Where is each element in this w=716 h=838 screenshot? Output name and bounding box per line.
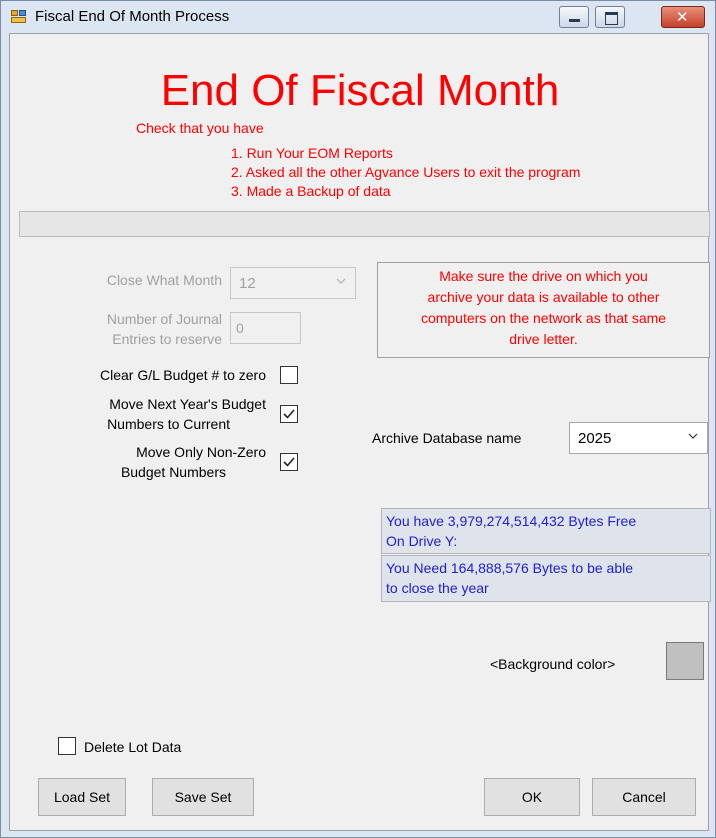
maximize-button[interactable] (595, 6, 625, 28)
save-set-button[interactable]: Save Set (152, 778, 254, 816)
checkmark-icon (283, 457, 295, 467)
needed-space-info: You Need 164,888,576 Bytes to be able to… (381, 555, 711, 602)
close-button[interactable] (661, 6, 705, 28)
chevron-down-icon (336, 277, 346, 286)
page-title: End Of Fiscal Month (160, 66, 560, 115)
nonzero-checkbox[interactable] (280, 453, 298, 471)
client-area: End Of Fiscal Month Check that you have … (9, 33, 711, 831)
delete-lot-label: Delete Lot Data (84, 739, 182, 755)
background-color-swatch[interactable] (666, 642, 704, 680)
step-2: 2. Asked all the other Agvance Users to … (231, 164, 581, 180)
clear-budget-checkbox[interactable] (280, 366, 298, 384)
progress-bar (19, 211, 710, 237)
checkmark-icon (283, 409, 295, 419)
nonzero-label-line1: Move Only Non-Zero (136, 444, 266, 460)
journal-entries-input: 0 (230, 312, 301, 344)
journal-label-line1: Number of Journal (106, 311, 222, 327)
nonzero-label-line2: Budget Numbers (120, 464, 226, 480)
background-color-label: <Background color> (490, 656, 616, 672)
minimize-button[interactable] (559, 6, 589, 28)
drive-notice: Make sure the drive on which you archive… (377, 262, 710, 358)
load-set-button[interactable]: Load Set (38, 778, 126, 816)
journal-label-line2: Entries to reserve (112, 331, 222, 347)
clear-budget-label: Clear G/L Budget # to zero (99, 367, 266, 383)
archive-db-select[interactable]: 2025 (569, 422, 708, 454)
archive-db-label: Archive Database name (372, 430, 522, 446)
close-month-select: 12 (230, 267, 356, 299)
window-title: Fiscal End Of Month Process (35, 8, 230, 25)
chevron-down-icon[interactable] (688, 432, 698, 441)
step-3: 3. Made a Backup of data (231, 183, 391, 199)
title-bar[interactable]: Fiscal End Of Month Process (1, 1, 715, 33)
move-budget-label-line1: Move Next Year's Budget (109, 396, 266, 412)
free-space-info: You have 3,979,274,514,432 Bytes Free On… (381, 508, 711, 554)
window: Fiscal End Of Month Process End Of Fisca… (0, 0, 716, 838)
move-budget-label-line2: Numbers to Current (107, 416, 230, 432)
delete-lot-checkbox[interactable] (58, 737, 76, 755)
ok-button[interactable]: OK (484, 778, 580, 816)
intro-text: Check that you have (136, 120, 264, 136)
step-1: 1. Run Your EOM Reports (231, 145, 393, 161)
cancel-button[interactable]: Cancel (592, 778, 696, 816)
close-month-label: Close What Month (106, 272, 222, 288)
app-icon (11, 10, 27, 24)
move-budget-checkbox[interactable] (280, 405, 298, 423)
